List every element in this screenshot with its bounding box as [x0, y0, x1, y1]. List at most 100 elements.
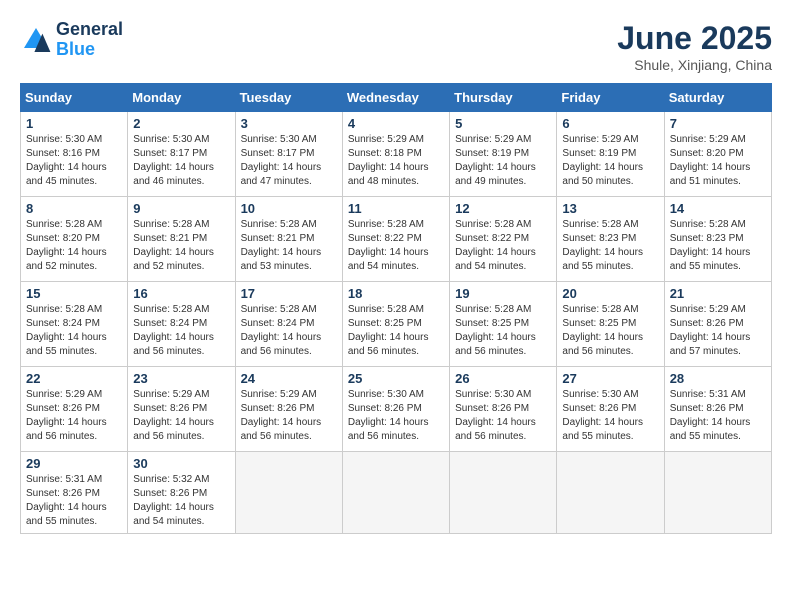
calendar-cell — [235, 452, 342, 534]
calendar-cell: 10 Sunrise: 5:28 AM Sunset: 8:21 PM Dayl… — [235, 197, 342, 282]
day-number: 26 — [455, 371, 551, 386]
calendar-cell: 9 Sunrise: 5:28 AM Sunset: 8:21 PM Dayli… — [128, 197, 235, 282]
calendar-cell: 19 Sunrise: 5:28 AM Sunset: 8:25 PM Dayl… — [450, 282, 557, 367]
calendar-cell: 25 Sunrise: 5:30 AM Sunset: 8:26 PM Dayl… — [342, 367, 449, 452]
calendar-cell: 22 Sunrise: 5:29 AM Sunset: 8:26 PM Dayl… — [21, 367, 128, 452]
calendar-cell: 17 Sunrise: 5:28 AM Sunset: 8:24 PM Dayl… — [235, 282, 342, 367]
day-number: 24 — [241, 371, 337, 386]
day-number: 17 — [241, 286, 337, 301]
day-number: 25 — [348, 371, 444, 386]
day-number: 3 — [241, 116, 337, 131]
calendar-cell: 8 Sunrise: 5:28 AM Sunset: 8:20 PM Dayli… — [21, 197, 128, 282]
day-info: Sunrise: 5:28 AM Sunset: 8:24 PM Dayligh… — [26, 303, 122, 359]
calendar-cell — [664, 452, 771, 534]
day-info: Sunrise: 5:28 AM Sunset: 8:22 PM Dayligh… — [348, 218, 444, 274]
day-number: 22 — [26, 371, 122, 386]
day-info: Sunrise: 5:28 AM Sunset: 8:20 PM Dayligh… — [26, 218, 122, 274]
title-area: June 2025 Shule, Xinjiang, China — [617, 20, 772, 73]
day-info: Sunrise: 5:30 AM Sunset: 8:16 PM Dayligh… — [26, 133, 122, 189]
day-number: 21 — [670, 286, 766, 301]
location: Shule, Xinjiang, China — [617, 57, 772, 73]
day-number: 27 — [562, 371, 658, 386]
calendar-cell — [450, 452, 557, 534]
calendar-cell — [557, 452, 664, 534]
calendar-week-row: 29 Sunrise: 5:31 AM Sunset: 8:26 PM Dayl… — [21, 452, 772, 534]
day-info: Sunrise: 5:28 AM Sunset: 8:21 PM Dayligh… — [241, 218, 337, 274]
calendar-cell: 2 Sunrise: 5:30 AM Sunset: 8:17 PM Dayli… — [128, 112, 235, 197]
day-info: Sunrise: 5:30 AM Sunset: 8:17 PM Dayligh… — [133, 133, 229, 189]
calendar-cell: 26 Sunrise: 5:30 AM Sunset: 8:26 PM Dayl… — [450, 367, 557, 452]
header-wednesday: Wednesday — [342, 84, 449, 112]
day-number: 14 — [670, 201, 766, 216]
day-info: Sunrise: 5:30 AM Sunset: 8:26 PM Dayligh… — [455, 388, 551, 444]
page-header: General Blue June 2025 Shule, Xinjiang, … — [20, 20, 772, 73]
day-info: Sunrise: 5:29 AM Sunset: 8:19 PM Dayligh… — [455, 133, 551, 189]
calendar-cell: 18 Sunrise: 5:28 AM Sunset: 8:25 PM Dayl… — [342, 282, 449, 367]
day-info: Sunrise: 5:32 AM Sunset: 8:26 PM Dayligh… — [133, 473, 229, 529]
calendar-cell: 30 Sunrise: 5:32 AM Sunset: 8:26 PM Dayl… — [128, 452, 235, 534]
day-info: Sunrise: 5:28 AM Sunset: 8:25 PM Dayligh… — [455, 303, 551, 359]
day-number: 13 — [562, 201, 658, 216]
header-thursday: Thursday — [450, 84, 557, 112]
day-info: Sunrise: 5:28 AM Sunset: 8:25 PM Dayligh… — [562, 303, 658, 359]
calendar-cell: 7 Sunrise: 5:29 AM Sunset: 8:20 PM Dayli… — [664, 112, 771, 197]
calendar-cell: 3 Sunrise: 5:30 AM Sunset: 8:17 PM Dayli… — [235, 112, 342, 197]
month-title: June 2025 — [617, 20, 772, 57]
day-info: Sunrise: 5:30 AM Sunset: 8:17 PM Dayligh… — [241, 133, 337, 189]
day-info: Sunrise: 5:28 AM Sunset: 8:23 PM Dayligh… — [562, 218, 658, 274]
day-number: 16 — [133, 286, 229, 301]
header-tuesday: Tuesday — [235, 84, 342, 112]
calendar-cell: 28 Sunrise: 5:31 AM Sunset: 8:26 PM Dayl… — [664, 367, 771, 452]
calendar-cell: 27 Sunrise: 5:30 AM Sunset: 8:26 PM Dayl… — [557, 367, 664, 452]
day-info: Sunrise: 5:28 AM Sunset: 8:24 PM Dayligh… — [241, 303, 337, 359]
day-info: Sunrise: 5:29 AM Sunset: 8:18 PM Dayligh… — [348, 133, 444, 189]
day-info: Sunrise: 5:29 AM Sunset: 8:26 PM Dayligh… — [26, 388, 122, 444]
day-number: 10 — [241, 201, 337, 216]
day-number: 12 — [455, 201, 551, 216]
day-info: Sunrise: 5:28 AM Sunset: 8:24 PM Dayligh… — [133, 303, 229, 359]
calendar-cell: 24 Sunrise: 5:29 AM Sunset: 8:26 PM Dayl… — [235, 367, 342, 452]
day-info: Sunrise: 5:29 AM Sunset: 8:26 PM Dayligh… — [670, 303, 766, 359]
calendar-cell: 23 Sunrise: 5:29 AM Sunset: 8:26 PM Dayl… — [128, 367, 235, 452]
calendar-cell: 13 Sunrise: 5:28 AM Sunset: 8:23 PM Dayl… — [557, 197, 664, 282]
day-number: 9 — [133, 201, 229, 216]
calendar-cell: 14 Sunrise: 5:28 AM Sunset: 8:23 PM Dayl… — [664, 197, 771, 282]
day-info: Sunrise: 5:31 AM Sunset: 8:26 PM Dayligh… — [670, 388, 766, 444]
weekday-header-row: Sunday Monday Tuesday Wednesday Thursday… — [21, 84, 772, 112]
day-number: 19 — [455, 286, 551, 301]
calendar-cell: 1 Sunrise: 5:30 AM Sunset: 8:16 PM Dayli… — [21, 112, 128, 197]
day-number: 18 — [348, 286, 444, 301]
header-friday: Friday — [557, 84, 664, 112]
day-number: 20 — [562, 286, 658, 301]
day-number: 28 — [670, 371, 766, 386]
calendar-cell: 21 Sunrise: 5:29 AM Sunset: 8:26 PM Dayl… — [664, 282, 771, 367]
calendar-cell: 4 Sunrise: 5:29 AM Sunset: 8:18 PM Dayli… — [342, 112, 449, 197]
calendar-cell: 5 Sunrise: 5:29 AM Sunset: 8:19 PM Dayli… — [450, 112, 557, 197]
calendar-week-row: 8 Sunrise: 5:28 AM Sunset: 8:20 PM Dayli… — [21, 197, 772, 282]
calendar-cell: 15 Sunrise: 5:28 AM Sunset: 8:24 PM Dayl… — [21, 282, 128, 367]
day-info: Sunrise: 5:28 AM Sunset: 8:25 PM Dayligh… — [348, 303, 444, 359]
header-saturday: Saturday — [664, 84, 771, 112]
header-monday: Monday — [128, 84, 235, 112]
day-number: 15 — [26, 286, 122, 301]
day-number: 5 — [455, 116, 551, 131]
calendar-cell: 11 Sunrise: 5:28 AM Sunset: 8:22 PM Dayl… — [342, 197, 449, 282]
day-info: Sunrise: 5:29 AM Sunset: 8:26 PM Dayligh… — [133, 388, 229, 444]
day-info: Sunrise: 5:28 AM Sunset: 8:23 PM Dayligh… — [670, 218, 766, 274]
calendar-cell: 16 Sunrise: 5:28 AM Sunset: 8:24 PM Dayl… — [128, 282, 235, 367]
day-number: 8 — [26, 201, 122, 216]
day-info: Sunrise: 5:30 AM Sunset: 8:26 PM Dayligh… — [562, 388, 658, 444]
day-number: 2 — [133, 116, 229, 131]
logo: General Blue — [20, 20, 123, 60]
calendar-cell: 12 Sunrise: 5:28 AM Sunset: 8:22 PM Dayl… — [450, 197, 557, 282]
day-number: 4 — [348, 116, 444, 131]
day-number: 29 — [26, 456, 122, 471]
day-number: 30 — [133, 456, 229, 471]
calendar-table: Sunday Monday Tuesday Wednesday Thursday… — [20, 83, 772, 534]
logo-text: General Blue — [56, 20, 123, 60]
calendar-cell — [342, 452, 449, 534]
day-info: Sunrise: 5:28 AM Sunset: 8:21 PM Dayligh… — [133, 218, 229, 274]
calendar-week-row: 15 Sunrise: 5:28 AM Sunset: 8:24 PM Dayl… — [21, 282, 772, 367]
day-number: 7 — [670, 116, 766, 131]
day-info: Sunrise: 5:28 AM Sunset: 8:22 PM Dayligh… — [455, 218, 551, 274]
